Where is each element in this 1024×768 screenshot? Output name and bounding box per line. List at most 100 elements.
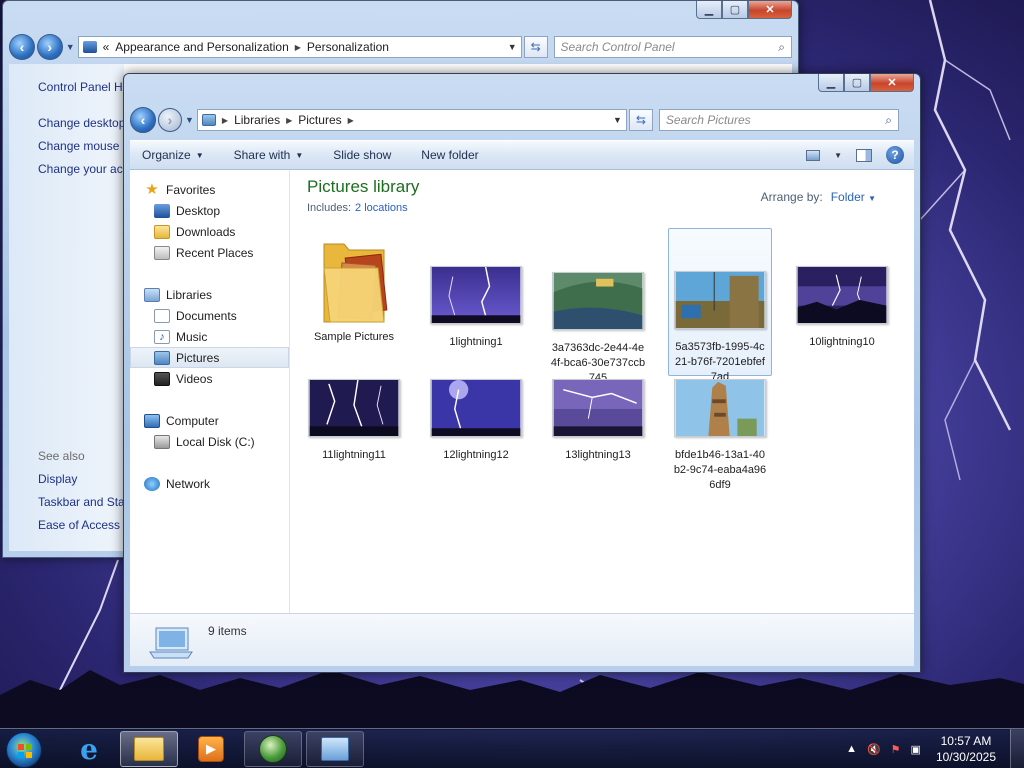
taskbar-media-player-button[interactable]: ▶ (182, 731, 240, 767)
maximize-button[interactable]: ▢ (844, 74, 870, 92)
taskbar-control-panel-button[interactable] (306, 731, 364, 767)
file-item[interactable]: 10lightning10 (790, 266, 894, 350)
search-icon[interactable]: ⌕ (778, 40, 785, 55)
chevron-right-icon[interactable]: ▶ (295, 43, 301, 52)
forward-button[interactable]: › (36, 34, 63, 60)
details-pane: 9 items (130, 613, 914, 666)
libraries-icon (144, 287, 160, 302)
preview-pane-icon[interactable] (856, 148, 872, 162)
share-with-button[interactable]: Share with ▼ (234, 148, 304, 162)
maximize-button[interactable]: ▢ (722, 1, 748, 19)
minimize-button[interactable]: ▁ (696, 1, 722, 19)
search-icon[interactable]: ⌕ (885, 113, 892, 128)
nav-libraries-label: Libraries (166, 287, 213, 302)
clock[interactable]: 10:57 AM 10/30/2025 (936, 733, 996, 765)
image-thumbnail (552, 272, 644, 330)
nav-recent-places[interactable]: Recent Places (130, 242, 289, 263)
folder-icon (323, 243, 388, 323)
chevron-down-icon[interactable]: ▼ (508, 42, 517, 52)
help-icon[interactable]: ? (886, 146, 904, 164)
nav-downloads-label: Downloads (176, 224, 236, 239)
explorer-search-input[interactable]: Search Pictures ⌕ (658, 109, 899, 131)
arrange-value: Folder (830, 190, 865, 204)
image-thumbnail (674, 379, 766, 437)
taskbar-explorer-button[interactable] (120, 731, 178, 767)
computer-icon (144, 413, 160, 428)
control-panel-navbar: ‹ › ▼ « Appearance and Personalization ▶… (9, 34, 793, 60)
new-folder-button[interactable]: New folder (421, 148, 478, 162)
file-item[interactable]: 3a7363dc-2e44-4e4f-bca6-30e737ccb745 (546, 272, 650, 386)
crumb-pictures[interactable]: Pictures (298, 113, 341, 127)
nav-network[interactable]: Network (130, 473, 289, 494)
organize-label: Organize (142, 148, 191, 162)
file-item[interactable]: 12lightning12 (424, 379, 528, 463)
refresh-button[interactable]: ⇆ (523, 36, 548, 58)
nav-music[interactable]: ♪ Music (130, 326, 289, 347)
chevron-down-icon[interactable]: ▼ (613, 115, 622, 125)
organize-button[interactable]: Organize ▼ (142, 148, 204, 162)
change-view-icon[interactable] (806, 149, 821, 161)
address-overflow[interactable]: « (103, 40, 110, 54)
control-panel-search-input[interactable]: Search Control Panel ⌕ (553, 36, 793, 58)
includes-locations-link[interactable]: 2 locations (355, 202, 408, 214)
nav-libraries[interactable]: Libraries (130, 284, 289, 305)
taskbar-app-button[interactable] (244, 731, 302, 767)
globe-icon (259, 735, 287, 763)
image-thumbnail (674, 271, 766, 329)
file-item[interactable]: Sample Pictures (302, 230, 406, 345)
system-tray: ▲ 🔇 ⚑ ▣ 10:57 AM 10/30/2025 (841, 729, 1024, 768)
crumb-personalization[interactable]: Personalization (307, 40, 389, 54)
control-panel-address-bar[interactable]: « Appearance and Personalization ▶ Perso… (77, 36, 522, 58)
file-list-pane[interactable]: Pictures library Includes: 2 locations Ar… (290, 170, 914, 613)
nav-videos[interactable]: Videos (130, 368, 289, 389)
refresh-button[interactable]: ⇆ (628, 109, 653, 131)
show-hidden-icons[interactable]: ▲ (846, 743, 857, 755)
file-item[interactable]: bfde1b46-13a1-40b2-9c74-eaba4a966df9 (668, 379, 772, 493)
file-item[interactable]: 13lightning13 (546, 379, 650, 463)
nav-pictures[interactable]: Pictures (130, 347, 289, 368)
file-item-selected[interactable]: 5a3573fb-1995-4c21-b76f-7201ebfef7ad (668, 228, 772, 383)
recent-places-icon (154, 245, 170, 260)
network-icon (144, 476, 160, 491)
crumb-libraries[interactable]: Libraries (234, 113, 280, 127)
back-button[interactable]: ‹ (130, 107, 156, 133)
chevron-right-icon[interactable]: ▶ (348, 116, 354, 125)
show-desktop-button[interactable] (1010, 729, 1024, 768)
nav-favorites[interactable]: ★ Favorites (130, 179, 289, 200)
crumb-appearance[interactable]: Appearance and Personalization (115, 40, 288, 54)
close-button[interactable]: ✕ (870, 74, 914, 92)
minimize-button[interactable]: ▁ (818, 74, 844, 92)
explorer-window[interactable]: ▁ ▢ ✕ ‹ › ▼ ▶ Libraries ▶ Pictures ▶ ▼ ⇆… (123, 73, 921, 673)
file-item[interactable]: 11lightning11 (302, 379, 406, 463)
documents-icon (154, 308, 170, 323)
file-name: 10lightning10 (809, 336, 875, 348)
action-center-icon[interactable]: ⚑ (891, 743, 901, 756)
explorer-address-bar[interactable]: ▶ Libraries ▶ Pictures ▶ ▼ (196, 109, 627, 131)
volume-muted-icon[interactable]: 🔇 (867, 743, 881, 756)
nav-local-disk[interactable]: Local Disk (C:) (130, 431, 289, 452)
file-item[interactable]: 1lightning1 (424, 266, 528, 350)
slide-show-button[interactable]: Slide show (333, 148, 391, 162)
control-panel-icon (82, 41, 97, 53)
recent-pages-icon[interactable]: ▼ (185, 115, 194, 125)
network-tray-icon[interactable]: ▣ (911, 743, 921, 756)
close-button[interactable]: ✕ (748, 1, 792, 19)
search-placeholder: Search Control Panel (560, 40, 675, 54)
nav-computer[interactable]: Computer (130, 410, 289, 431)
back-button[interactable]: ‹ (9, 34, 35, 60)
chevron-right-icon[interactable]: ▶ (286, 116, 292, 125)
nav-downloads[interactable]: Downloads (130, 221, 289, 242)
chevron-right-icon[interactable]: ▶ (222, 116, 228, 125)
chevron-down-icon[interactable]: ▼ (834, 151, 842, 160)
taskbar-ie-button[interactable]: e (60, 731, 118, 767)
nav-documents[interactable]: Documents (130, 305, 289, 326)
start-button[interactable] (6, 732, 42, 768)
nav-desktop[interactable]: Desktop (130, 200, 289, 221)
forward-button[interactable]: › (158, 108, 182, 132)
control-panel-caption-buttons: ▁ ▢ ✕ (696, 1, 792, 19)
arrange-by-dropdown[interactable]: Folder ▼ (831, 190, 876, 204)
nav-recent-places-label: Recent Places (176, 245, 254, 260)
link-display[interactable]: Display (38, 472, 77, 486)
recent-pages-icon[interactable]: ▼ (66, 42, 75, 52)
new-folder-label: New folder (421, 148, 479, 162)
